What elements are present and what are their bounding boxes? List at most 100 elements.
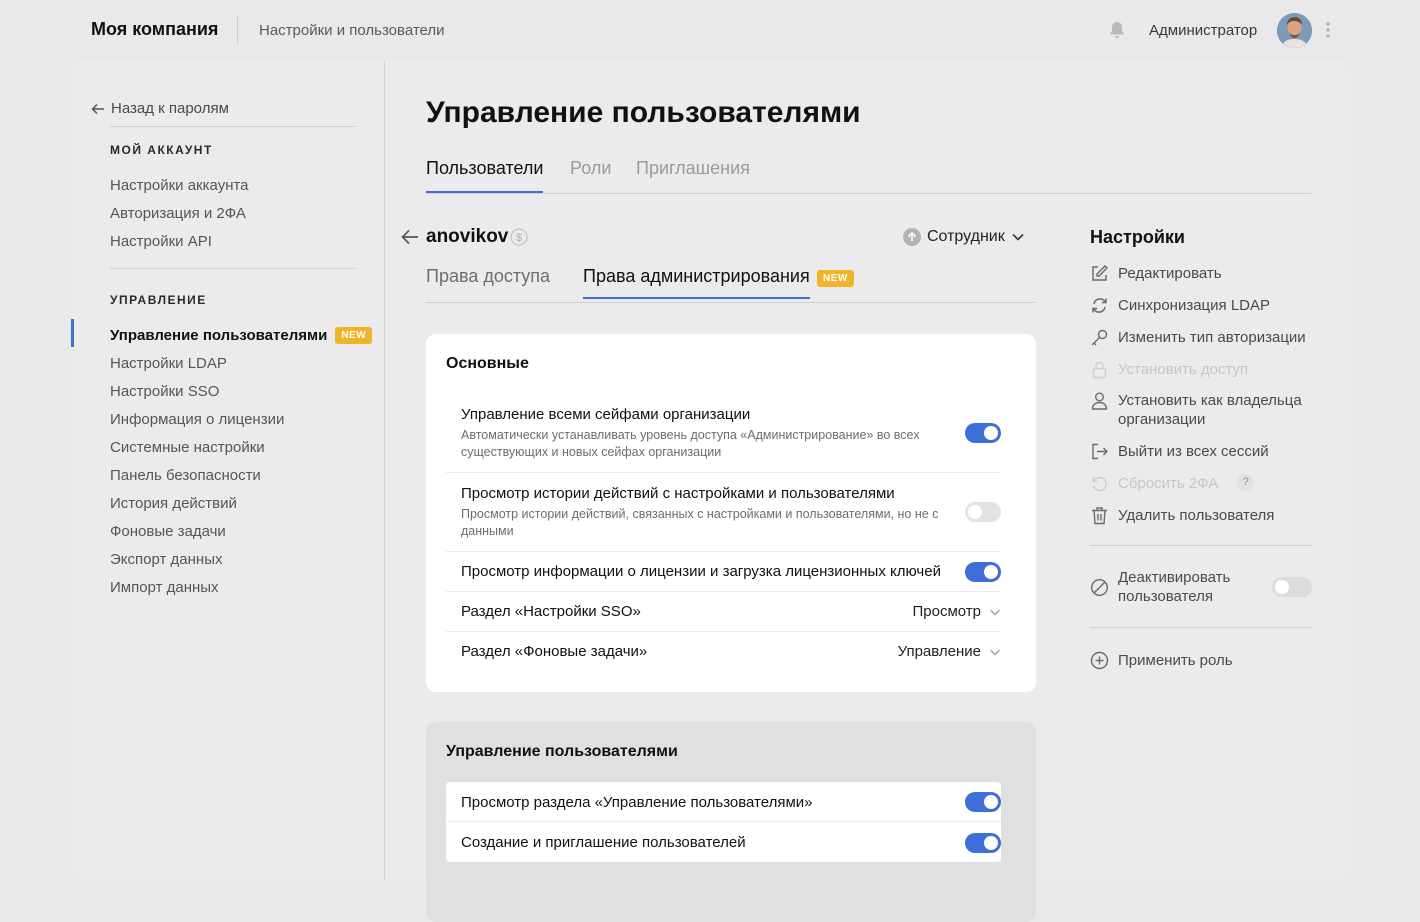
sidebar-section-account: МОЙ АККАУНТ (110, 143, 213, 157)
sidebar-item-ldap[interactable]: Настройки LDAP (110, 355, 227, 372)
logout-all-sessions-action[interactable]: Выйти из всех сессий (1090, 442, 1315, 461)
tab-roles[interactable]: Роли (570, 158, 611, 191)
main-panel: Назад к паролям МОЙ АККАУНТ Настройки ак… (71, 60, 1351, 922)
list-item: Просмотр информации о лицензии и загрузк… (446, 552, 1001, 592)
user-icon (1091, 392, 1108, 410)
sidebar-divider (110, 126, 355, 127)
background-tasks-select[interactable]: Управление (898, 643, 1001, 660)
sidebar-item-api-settings[interactable]: Настройки API (110, 233, 212, 250)
tab-users[interactable]: Пользователи (426, 158, 544, 193)
toggle-view-license[interactable] (965, 562, 1001, 582)
arrow-up-circle-icon (903, 228, 921, 246)
role-select[interactable]: Сотрудник (903, 228, 1025, 246)
sidebar-item-import[interactable]: Импорт данных (110, 579, 219, 596)
list-item: Раздел «Настройки SSO» Просмотр (446, 592, 1001, 632)
topbar-divider (237, 15, 238, 45)
list-item: Просмотр раздела «Управление пользовател… (446, 782, 1001, 822)
toggle-deactivate-user[interactable] (1272, 577, 1312, 597)
edit-icon (1092, 265, 1108, 281)
back-arrow-icon[interactable] (401, 229, 419, 245)
sidebar-item-user-management[interactable]: Управление пользователями NEW (110, 327, 373, 344)
sidebar-divider (110, 268, 355, 269)
svg-text:$: $ (516, 232, 522, 244)
bell-icon[interactable] (1107, 20, 1127, 40)
sidebar-item-license[interactable]: Информация о лицензии (110, 411, 284, 428)
action-label: Редактировать (1118, 265, 1222, 282)
tab-access-rights[interactable]: Права доступа (426, 266, 550, 297)
user-mgmt-rows: Просмотр раздела «Управление пользовател… (446, 782, 1001, 862)
tab-invitations[interactable]: Приглашения (636, 158, 750, 191)
action-label: Применить роль (1118, 652, 1233, 669)
arrow-left-icon (91, 103, 104, 114)
back-to-passwords-link[interactable]: Назад к паролям (91, 100, 229, 117)
set-owner-action[interactable]: Установить как владельца организации (1090, 391, 1315, 429)
logout-icon (1092, 443, 1108, 460)
chevron-down-icon (990, 609, 1000, 615)
action-label: Сбросить 2ФА (1118, 475, 1219, 492)
ldap-sync-action[interactable]: Синхронизация LDAP (1090, 296, 1315, 315)
user-subtabs: Права доступа Права администрирования NE… (426, 266, 1036, 303)
basic-rows: Управление всеми сейфами организации Авт… (446, 394, 1001, 671)
toggle-manage-all-vaults[interactable] (965, 423, 1001, 443)
action-label: Выйти из всех сессий (1118, 443, 1269, 460)
reset-2fa-action: Сбросить 2ФА ? (1090, 474, 1315, 493)
tab-admin-rights[interactable]: Права администрирования (583, 266, 810, 299)
sidebar-item-account-settings[interactable]: Настройки аккаунта (110, 177, 249, 194)
delete-user-action[interactable]: Удалить пользователя (1090, 506, 1315, 525)
sidebar-item-background-tasks[interactable]: Фоновые задачи (110, 523, 226, 540)
action-label: Изменить тип авторизации (1118, 329, 1306, 346)
action-label: Установить доступ (1118, 361, 1249, 378)
lock-icon (1092, 361, 1107, 379)
sidebar-item-sso[interactable]: Настройки SSO (110, 383, 219, 400)
list-item: Раздел «Фоновые задачи» Управление (446, 632, 1001, 671)
plus-circle-icon (1090, 651, 1109, 670)
deactivate-label: Деактивировать пользователя (1118, 569, 1231, 605)
company-name[interactable]: Моя компания (91, 19, 218, 40)
toggle-view-user-management[interactable] (965, 792, 1001, 812)
action-label: Синхронизация LDAP (1118, 297, 1271, 314)
sidebar-item-history[interactable]: История действий (110, 495, 237, 512)
set-access-action: Установить доступ (1090, 360, 1315, 379)
toggle-view-history[interactable] (965, 502, 1001, 522)
toggle-create-invite-users[interactable] (965, 833, 1001, 853)
sso-section-select[interactable]: Просмотр (912, 603, 1001, 620)
breadcrumb[interactable]: Настройки и пользователи (259, 22, 445, 39)
row-description: Автоматически устанавливать уровень дост… (461, 428, 920, 459)
row-description: Просмотр истории действий, связанных с н… (461, 507, 939, 538)
row-title: Создание и приглашение пользователей (461, 834, 746, 851)
sidebar: Назад к паролям МОЙ АККАУНТ Настройки ак… (71, 60, 385, 880)
card-user-management: Управление пользователями Просмотр разде… (426, 722, 1036, 922)
apply-role-action[interactable]: Применить роль (1090, 651, 1315, 670)
change-auth-type-action[interactable]: Изменить тип авторизации (1090, 328, 1315, 347)
chevron-down-icon (990, 649, 1000, 655)
list-item: Управление всеми сейфами организации Авт… (446, 394, 1001, 473)
sidebar-item-label: Управление пользователями (110, 327, 328, 344)
help-icon[interactable]: ? (1237, 474, 1255, 491)
status-s-icon: $ (510, 228, 528, 246)
edit-action[interactable]: Редактировать (1090, 264, 1315, 283)
role-value: Сотрудник (927, 228, 1005, 245)
key-icon (1091, 329, 1108, 346)
card-basic: Основные Управление всеми сейфами органи… (426, 334, 1036, 692)
settings-title: Настройки (1090, 227, 1185, 247)
more-menu-icon[interactable] (1322, 20, 1334, 40)
card-title: Основные (446, 355, 529, 372)
new-badge: NEW (335, 327, 373, 344)
active-indicator (71, 319, 74, 347)
settings-divider (1090, 627, 1312, 628)
select-value: Просмотр (912, 603, 981, 620)
sidebar-item-auth-2fa[interactable]: Авторизация и 2ФА (110, 205, 246, 222)
block-icon (1090, 578, 1109, 597)
row-title: Раздел «Настройки SSO» (461, 603, 641, 620)
content-area: Управление пользователями Пользователи Р… (386, 60, 1351, 922)
sidebar-item-system[interactable]: Системные настройки (110, 439, 265, 456)
avatar[interactable] (1277, 13, 1312, 48)
row-title: Управление всеми сейфами организации (461, 406, 751, 423)
back-link-label: Назад к паролям (111, 100, 229, 117)
sidebar-item-security[interactable]: Панель безопасности (110, 467, 261, 484)
page-title: Управление пользователями (426, 96, 861, 129)
sidebar-item-export[interactable]: Экспорт данных (110, 551, 222, 568)
list-item: Просмотр истории действий с настройками … (446, 473, 1001, 552)
current-user-name[interactable]: Администратор (1149, 22, 1257, 39)
action-label: Установить как владельца организации (1118, 392, 1302, 428)
